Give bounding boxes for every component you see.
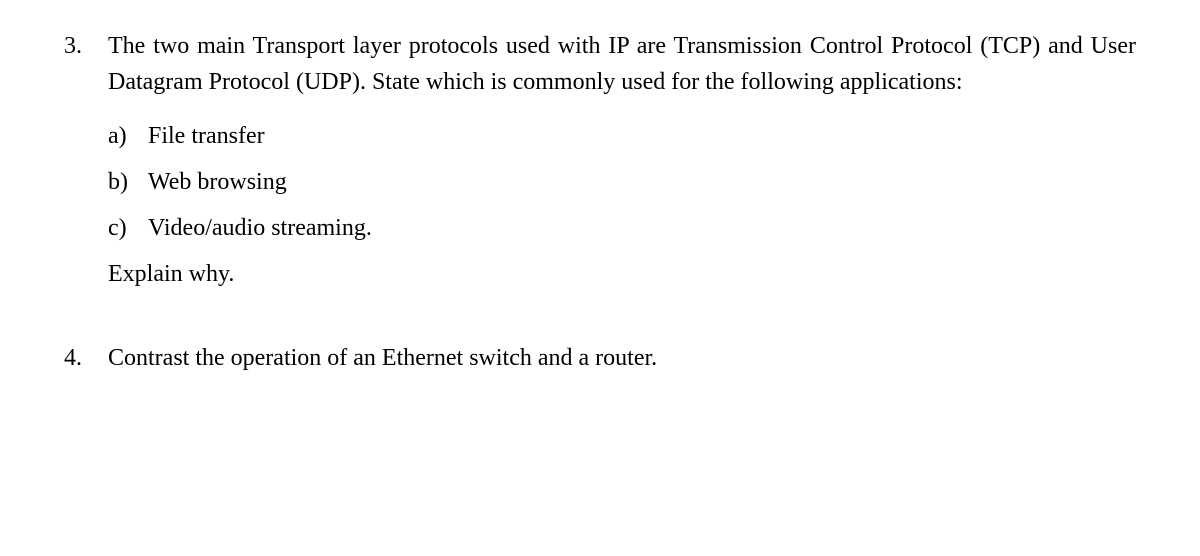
question-3-explain: Explain why. <box>108 256 1136 292</box>
sub-letter-b: b) <box>108 164 148 200</box>
question-3-subitems: a) File transfer b) Web browsing c) Vide… <box>108 118 1136 246</box>
question-3: 3. The two main Transport layer protocol… <box>64 28 1136 292</box>
question-3-sub-c: c) Video/audio streaming. <box>108 210 1136 246</box>
question-4: 4. Contrast the operation of an Ethernet… <box>64 340 1136 376</box>
document-page: 3. The two main Transport layer protocol… <box>0 0 1200 464</box>
question-3-number: 3. <box>64 28 108 100</box>
question-4-text: Contrast the operation of an Ethernet sw… <box>108 340 1136 376</box>
sub-text-a: File transfer <box>148 118 1136 154</box>
question-3-row: 3. The two main Transport layer protocol… <box>64 28 1136 100</box>
question-4-number: 4. <box>64 340 108 376</box>
sub-text-b: Web browsing <box>148 164 1136 200</box>
question-4-row: 4. Contrast the operation of an Ethernet… <box>64 340 1136 376</box>
sub-letter-c: c) <box>108 210 148 246</box>
question-3-sub-b: b) Web browsing <box>108 164 1136 200</box>
sub-letter-a: a) <box>108 118 148 154</box>
sub-text-c: Video/audio streaming. <box>148 210 1136 246</box>
question-3-sub-a: a) File transfer <box>108 118 1136 154</box>
question-3-text: The two main Transport layer protocols u… <box>108 28 1136 100</box>
